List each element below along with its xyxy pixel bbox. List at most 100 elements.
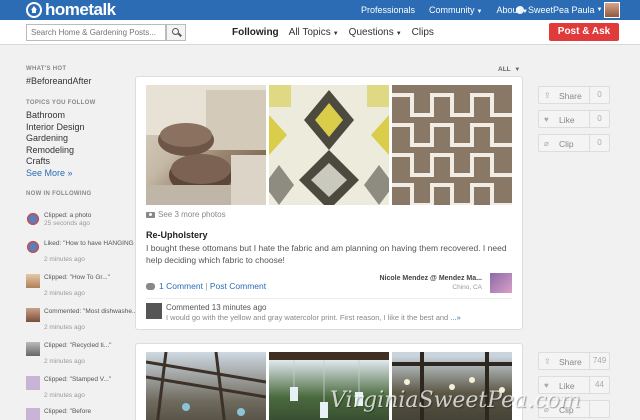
activity-time: 2 minutes ago [44, 256, 85, 263]
avatar[interactable] [604, 2, 620, 18]
hot-tag-link[interactable]: #BeforeandAfter [26, 76, 126, 86]
author-name[interactable]: Nicole Mendez @ Mendez Ma... [379, 275, 482, 282]
sidebar-item-gardening[interactable]: Gardening [26, 133, 126, 145]
post-photo-fabric-ikat[interactable] [269, 85, 389, 205]
share-count: 0 [589, 87, 609, 103]
post-description: I bought these ottomans but I hate the f… [146, 243, 507, 265]
top-nav: Professionals Community ▼ About ▼ [361, 0, 542, 20]
latest-comment-text: I would go with the yellow and gray wate… [166, 313, 449, 322]
see-more-topics-link[interactable]: See More » [26, 168, 126, 180]
see-more-photos-label: See 3 more photos [158, 210, 226, 219]
sub-nav-bar: Following All Topics▼ Questions▼ Clips P… [0, 20, 640, 45]
house-logo-icon [26, 2, 42, 18]
activity-action: Commented: "Most dishwashe..." [44, 308, 140, 315]
share-label: Share [559, 357, 582, 367]
like-count: 0 [589, 111, 609, 127]
activity-action: Clipped: "Recycled ti..." [44, 342, 112, 349]
post-ask-button[interactable]: Post & Ask [549, 23, 619, 41]
separator: | [202, 281, 210, 291]
feed-nav: Following All Topics ▼ Questions ▼ Clips [232, 20, 444, 45]
post-card: See 3 more photos Re-Upholstery I bought… [135, 76, 523, 330]
activity-time: 25 seconds ago [44, 220, 90, 227]
camera-icon [146, 211, 155, 218]
avatar [26, 274, 40, 288]
sidebar-item-interior-design[interactable]: Interior Design [26, 122, 126, 134]
activity-action: Clipped: "Stamped V..." [44, 376, 112, 383]
clip-count: 0 [589, 135, 609, 151]
sidebar-item-bathroom[interactable]: Bathroom [26, 110, 126, 122]
clip-label: Clip [559, 139, 574, 149]
avatar [26, 408, 40, 420]
sidebar-item-remodeling[interactable]: Remodeling [26, 145, 126, 157]
clip-icon [26, 212, 40, 226]
chevron-down-icon: ▼ [596, 7, 603, 13]
tab-questions-label: Questions [348, 27, 394, 38]
sidebar-item-crafts[interactable]: Crafts [26, 156, 126, 168]
watermark: VirginiaSweetPea.com [330, 388, 581, 413]
ikat-fabric-image [269, 85, 389, 205]
whats-hot-heading: WHAT'S HOT [26, 66, 67, 72]
like-label: Like [559, 115, 575, 125]
tab-following[interactable]: Following [232, 27, 279, 38]
activity-action: Clipped: "Before [44, 408, 92, 415]
activity-time: 2 minutes ago [44, 290, 85, 297]
share-button[interactable]: ⇪ Share 0 [538, 86, 610, 104]
avatar [26, 342, 40, 356]
clip-button[interactable]: ⌀ Clip 0 [538, 134, 610, 152]
topics-heading: TOPICS YOU FOLLOW [26, 100, 96, 106]
tab-all-topics[interactable]: All Topics ▼ [289, 27, 339, 38]
geometric-fabric-image [392, 85, 512, 205]
tab-clips[interactable]: Clips [412, 27, 434, 38]
author-location: Chino, CA [452, 284, 482, 291]
user-menu[interactable]: SweetPea Paula ▼ [516, 0, 603, 20]
tab-all-topics-label: All Topics [288, 27, 331, 38]
search-input[interactable] [26, 24, 166, 41]
like-icon [26, 240, 40, 254]
activity-time: 2 minutes ago [44, 392, 85, 399]
like-button[interactable]: ♥ Like 0 [538, 110, 610, 128]
share-button[interactable]: ⇪ Share 749 [538, 352, 610, 370]
post-photo-fabric-geometric[interactable] [392, 85, 512, 205]
nav-professionals[interactable]: Professionals [361, 5, 415, 15]
share-icon: ⇪ [544, 91, 551, 100]
avatar[interactable] [146, 303, 162, 319]
activity-time: 2 minutes ago [44, 324, 85, 331]
like-count: 44 [589, 377, 609, 393]
clip-count [589, 401, 609, 417]
post-photo-pergola-1[interactable] [146, 352, 266, 420]
post-actions: ⇪ Share 0 ♥ Like 0 ⌀ Clip 0 [538, 86, 610, 158]
read-more-link[interactable]: ...» [450, 313, 460, 322]
chevron-down-icon: ▼ [476, 9, 483, 15]
activity-action: Clipped: "How To Gr..." [44, 274, 110, 281]
top-bar: hometalk Professionals Community ▼ About ▼… [0, 0, 640, 20]
search-icon [172, 28, 179, 35]
avatar[interactable] [490, 273, 512, 293]
share-count: 749 [589, 353, 609, 369]
feed-filter-label: ALL [498, 66, 511, 73]
search-button[interactable] [166, 24, 186, 41]
post-comment-link[interactable]: Post Comment [210, 281, 266, 291]
pergola-image [146, 352, 266, 420]
nav-community[interactable]: Community ▼ [429, 5, 482, 15]
ottomans-image [146, 85, 266, 205]
sidebar: WHAT'S HOT #BeforeandAfter TOPICS YOU FO… [26, 66, 126, 201]
avatar [26, 308, 40, 322]
see-more-photos-link[interactable]: See 3 more photos [146, 210, 226, 219]
heart-icon: ♥ [544, 115, 549, 124]
post-photo-ottomans[interactable] [146, 85, 266, 205]
activity-action: Clipped: a photo [44, 212, 92, 219]
user-name: SweetPea Paula [528, 5, 595, 15]
latest-comment-header: Commented 13 minutes ago [166, 303, 267, 312]
feed-filter-dropdown[interactable]: ALL ▼ [498, 66, 520, 73]
tab-questions[interactable]: Questions ▼ [349, 27, 402, 38]
chevron-down-icon: ▼ [514, 67, 521, 73]
share-label: Share [559, 91, 582, 101]
activity-feed: Clipped: a photo 25 seconds ago Liked: "… [26, 212, 152, 420]
now-following-heading: NOW IN FOLLOWING [26, 191, 92, 197]
post-title[interactable]: Re-Upholstery [146, 230, 208, 240]
hometalk-logo[interactable]: hometalk [26, 0, 116, 19]
comment-count-link[interactable]: 1 Comment [159, 281, 203, 291]
latest-comment: I would go with the yellow and gray wate… [166, 313, 461, 322]
notification-icon [516, 6, 524, 14]
paperclip-icon: ⌀ [544, 139, 549, 148]
